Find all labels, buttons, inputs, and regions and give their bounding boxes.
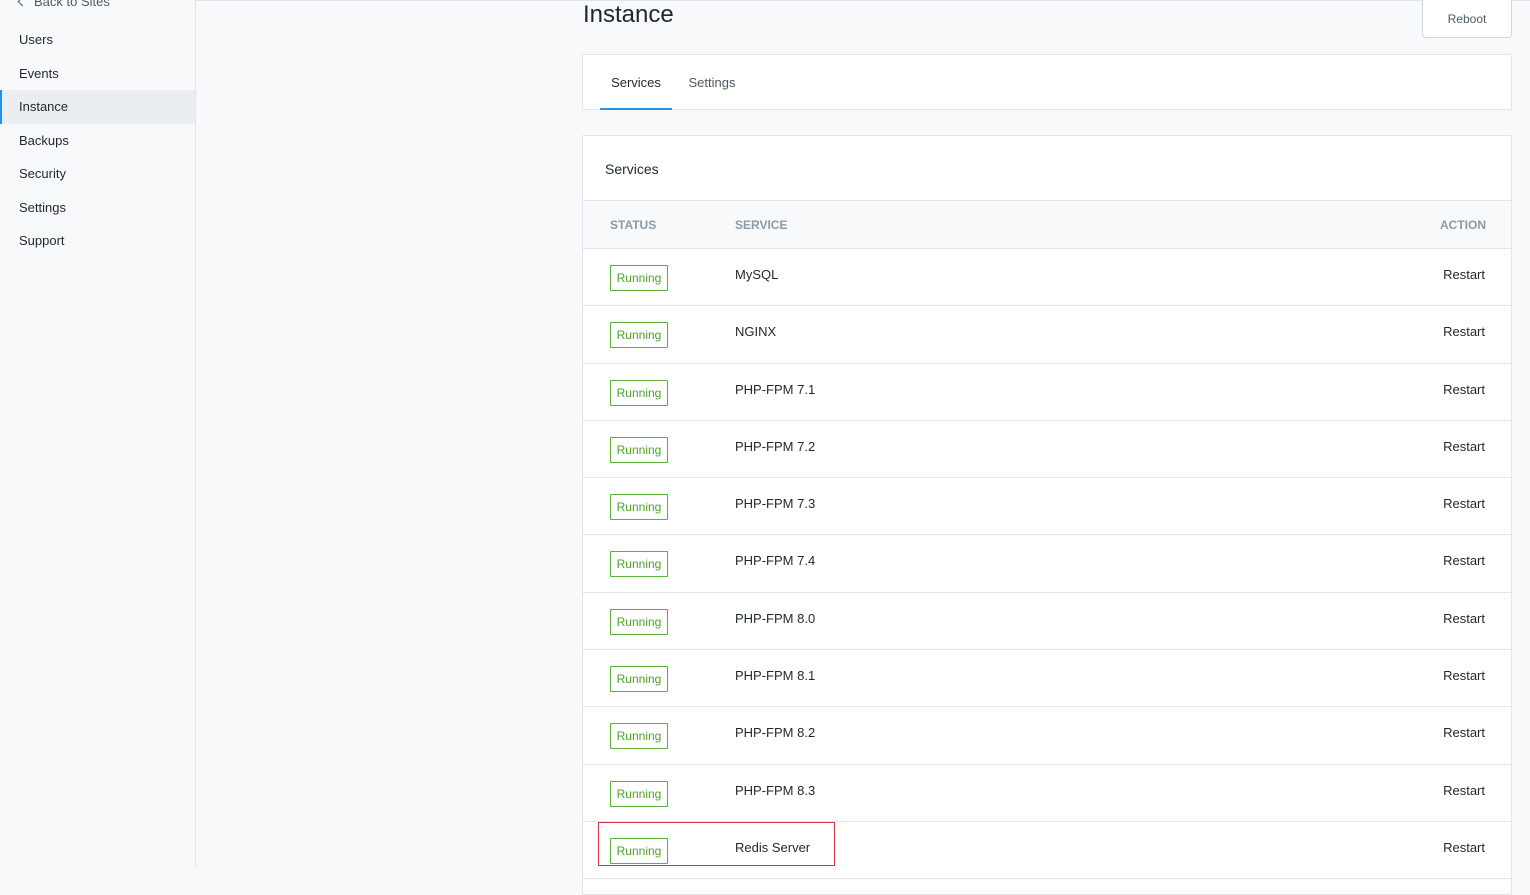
sidebar-item-security[interactable]: Security — [0, 157, 195, 191]
table-row: Running PHP-FPM 7.2 Restart — [583, 421, 1511, 479]
status-badge: Running — [610, 780, 668, 807]
services-card-title: Services — [583, 136, 1511, 201]
status-badge: Running — [610, 436, 668, 463]
service-name: PHP-FPM 7.4 — [735, 553, 816, 569]
tabs-bar: Services Settings — [582, 54, 1512, 110]
service-name: NGINX — [735, 324, 777, 340]
column-header-service: SERVICE — [735, 218, 788, 232]
table-row: Running PHP-FPM 8.1 Restart — [583, 650, 1511, 708]
sidebar-item-support[interactable]: Support — [0, 224, 195, 258]
tab-services[interactable]: Services — [600, 55, 672, 110]
status-badge: Running — [610, 666, 668, 693]
table-row: Running PHP-FPM 8.3 Restart — [583, 765, 1511, 822]
sidebar-item-label: Events — [19, 65, 59, 81]
sidebar-item-label: Instance — [19, 99, 69, 114]
column-header-status: STATUS — [610, 218, 657, 232]
service-name: PHP-FPM 7.3 — [735, 496, 816, 512]
table-row: Running Redis Server Restart — [583, 822, 1511, 880]
column-header-action: ACTION — [1440, 218, 1486, 232]
service-name: PHP-FPM 8.2 — [735, 725, 816, 741]
services-table-body: Running MySQL Restart Running NGINX Restart Ru… — [583, 249, 1511, 880]
service-name: Redis Server — [735, 839, 811, 855]
table-header: STATUS SERVICE ACTION — [583, 201, 1511, 249]
sidebar-nav: Users Events Instance Backups Security S… — [0, 23, 195, 258]
sidebar-item-label: Users — [19, 32, 53, 47]
service-name: MySQL — [735, 267, 779, 282]
services-card: Services STATUS SERVICE ACTION Running My… — [582, 135, 1512, 895]
status-badge: Running — [610, 723, 668, 750]
table-row: Running PHP-FPM 8.0 Restart — [583, 593, 1511, 651]
status-badge: Running — [610, 494, 668, 521]
restart-button[interactable]: Restart — [1443, 364, 1485, 416]
sidebar-item-label: Security — [19, 166, 66, 181]
sidebar-item-label: Settings — [19, 199, 66, 215]
sidebar-item-label: Support — [19, 233, 65, 248]
table-row: Running PHP-FPM 8.2 Restart — [583, 707, 1511, 765]
sidebar: Back to Sites Users Events Instance Back… — [0, 0, 196, 867]
status-badge: Running — [610, 265, 668, 291]
table-row: Running NGINX Restart — [583, 306, 1511, 364]
sidebar-item-users[interactable]: Users — [0, 23, 195, 57]
restart-button[interactable]: Restart — [1443, 535, 1485, 587]
table-row: Running PHP-FPM 7.1 Restart — [583, 364, 1511, 421]
restart-button[interactable]: Restart — [1443, 306, 1485, 358]
restart-button[interactable]: Restart — [1443, 249, 1485, 301]
table-row: Running PHP-FPM 7.4 Restart — [583, 535, 1511, 593]
restart-button[interactable]: Restart — [1443, 650, 1485, 702]
chevron-left-icon — [17, 0, 28, 7]
service-name: PHP-FPM 7.2 — [735, 438, 816, 454]
status-badge: Running — [610, 551, 668, 578]
service-name: PHP-FPM 8.0 — [735, 610, 816, 626]
status-badge: Running — [610, 837, 668, 864]
restart-button[interactable]: Restart — [1443, 822, 1485, 874]
sidebar-item-backups[interactable]: Backups — [0, 124, 195, 158]
restart-button[interactable]: Restart — [1443, 478, 1485, 530]
tab-settings[interactable]: Settings — [684, 55, 740, 110]
restart-button[interactable]: Restart — [1443, 707, 1485, 759]
back-to-sites-label: Back to Sites — [34, 0, 110, 9]
sidebar-item-events[interactable]: Events — [0, 57, 195, 91]
restart-button[interactable]: Restart — [1443, 421, 1485, 473]
table-row: Running MySQL Restart — [583, 249, 1511, 307]
status-badge: Running — [610, 379, 668, 406]
sidebar-item-settings[interactable]: Settings — [0, 191, 195, 225]
table-row: Running PHP-FPM 7.3 Restart — [583, 478, 1511, 536]
restart-button[interactable]: Restart — [1443, 765, 1485, 817]
restart-button[interactable]: Restart — [1443, 593, 1485, 645]
sidebar-item-instance[interactable]: Instance — [0, 90, 195, 124]
sidebar-item-label: Backups — [19, 132, 69, 148]
service-name: PHP-FPM 8.3 — [735, 782, 816, 798]
status-badge: Running — [610, 608, 668, 635]
reboot-button[interactable]: Reboot — [1422, 0, 1512, 38]
service-name: PHP-FPM 7.1 — [735, 381, 816, 397]
page-title: Instance — [583, 1, 674, 28]
back-to-sites-link[interactable]: Back to Sites — [17, 0, 110, 11]
top-divider — [196, 0, 1530, 1]
service-name: PHP-FPM 8.1 — [735, 668, 816, 684]
status-badge: Running — [610, 322, 668, 349]
